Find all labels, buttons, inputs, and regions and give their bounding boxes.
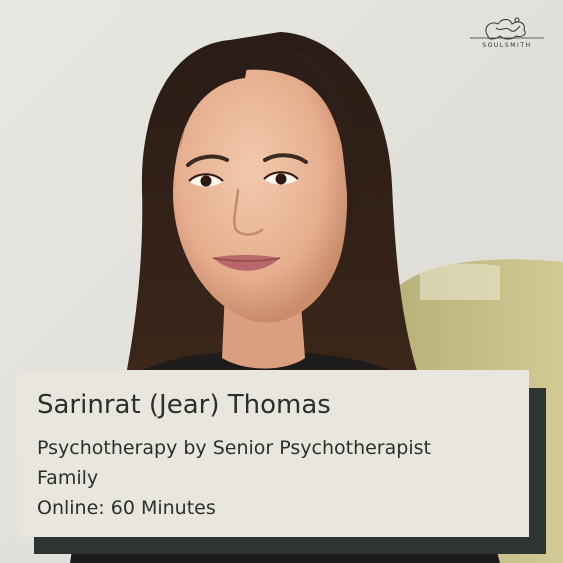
logo-wordmark: SOULSMITH [482, 42, 532, 49]
service-title: Psychotherapy by Senior Psychotherapist [37, 437, 431, 459]
soulsmith-scribble-logo-icon [470, 17, 544, 40]
info-card: Sarinrat (Jear) Thomas Psychotherapy by … [17, 370, 529, 537]
specialty-label: Family [37, 467, 99, 489]
promo-graphic: SOULSMITH Sarinrat (Jear) Thomas Psychot… [0, 0, 563, 563]
session-info: Online: 60 Minutes [37, 497, 216, 519]
soulsmith-logo: SOULSMITH [468, 14, 546, 54]
therapist-name: Sarinrat (Jear) Thomas [37, 390, 331, 420]
